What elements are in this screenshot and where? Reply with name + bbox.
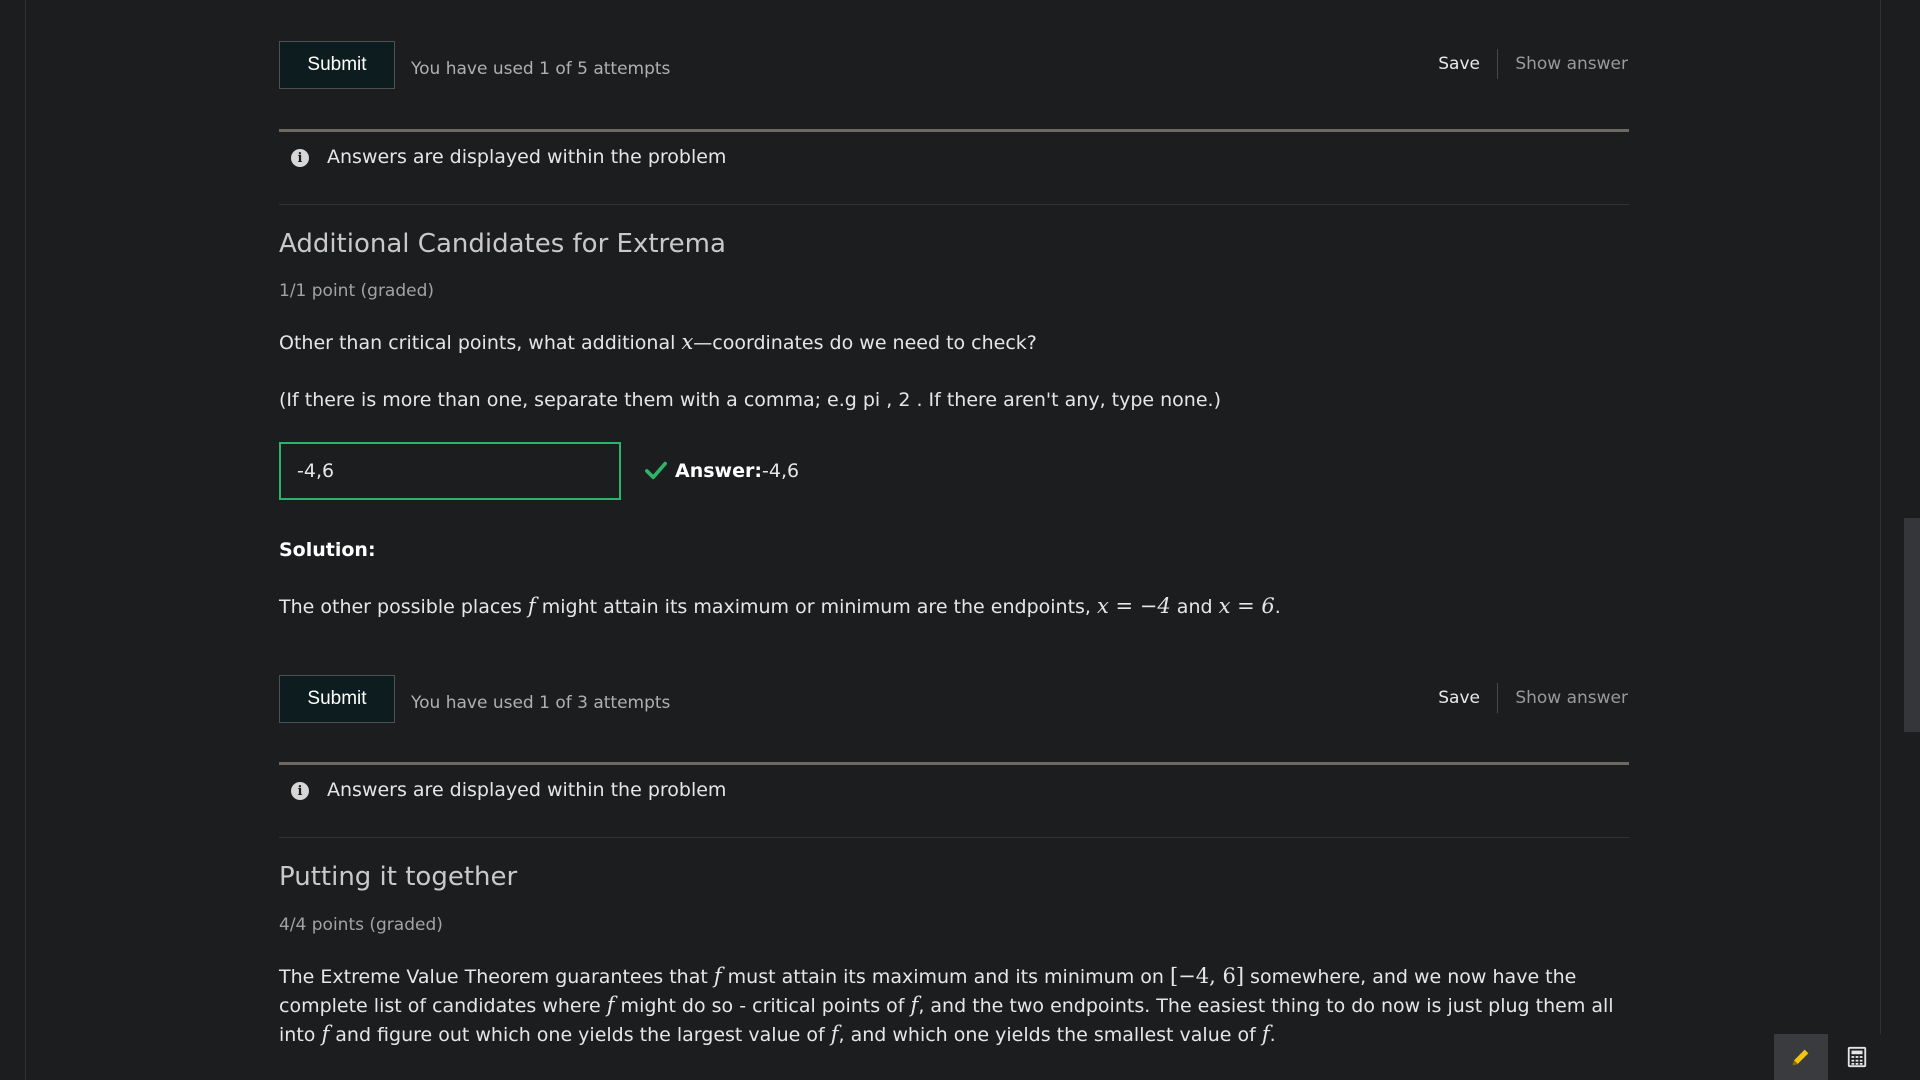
answer-value: -4,6 bbox=[762, 460, 800, 482]
save-button[interactable]: Save bbox=[1438, 688, 1480, 708]
save-button[interactable]: Save bbox=[1438, 54, 1480, 74]
description-line-3: into f and figure out which one yields t… bbox=[279, 1020, 1629, 1049]
calculator-button[interactable] bbox=[1830, 1034, 1884, 1080]
text-fragment: somewhere, and we now have the bbox=[1244, 966, 1577, 988]
text-fragment: might do so - critical points of bbox=[614, 995, 911, 1017]
math-function: f bbox=[713, 964, 722, 988]
right-rail bbox=[1880, 0, 1881, 1080]
attempts-text: You have used 1 of 5 attempts bbox=[411, 59, 671, 79]
info-icon: i bbox=[291, 149, 309, 167]
answers-notice: i Answers are displayed within the probl… bbox=[279, 129, 1629, 205]
question-prefix: Other than critical points, what additio… bbox=[279, 332, 682, 354]
notice-text: Answers are displayed within the problem bbox=[327, 146, 727, 168]
solution-label: Solution: bbox=[279, 539, 376, 561]
question-text: Other than critical points, what additio… bbox=[279, 328, 1037, 357]
left-rail bbox=[25, 0, 26, 1080]
solution-mid: might attain its maximum or minimum are … bbox=[535, 596, 1098, 618]
math-function: f bbox=[830, 1022, 839, 1046]
text-fragment: and figure out which one yields the larg… bbox=[329, 1024, 831, 1046]
math-function: f bbox=[606, 993, 615, 1017]
checkmark-icon bbox=[645, 461, 667, 480]
question-instructions: (If there is more than one, separate the… bbox=[279, 389, 1221, 411]
action-divider bbox=[1497, 683, 1498, 713]
solution-prefix: The other possible places bbox=[279, 596, 528, 618]
points-label: 4/4 points (graded) bbox=[279, 915, 443, 935]
problem-b-actions: Submit You have used 1 of 3 attempts Sav… bbox=[279, 675, 1629, 727]
description-line-1: The Extreme Value Theorem guarantees tha… bbox=[279, 962, 1629, 991]
description-line-2: complete list of candidates where f migh… bbox=[279, 991, 1629, 1020]
pencil-icon bbox=[1792, 1049, 1809, 1066]
action-divider bbox=[1497, 49, 1498, 79]
math-equation-2: x = 6 bbox=[1218, 594, 1275, 618]
submit-button[interactable]: Submit bbox=[279, 41, 395, 89]
answer-input[interactable] bbox=[279, 442, 621, 500]
problem-title: Additional Candidates for Extrema bbox=[279, 229, 726, 259]
problem-description: The Extreme Value Theorem guarantees tha… bbox=[279, 962, 1629, 1049]
answers-notice: i Answers are displayed within the probl… bbox=[279, 762, 1629, 838]
submit-button[interactable]: Submit bbox=[279, 675, 395, 723]
math-variable: x bbox=[681, 330, 694, 354]
problem-a-actions: Submit You have used 1 of 5 attempts Sav… bbox=[279, 41, 1629, 93]
math-equation-1: x = −4 bbox=[1097, 594, 1171, 618]
math-function: f bbox=[1261, 1022, 1270, 1046]
scrollbar-thumb[interactable] bbox=[1904, 518, 1920, 732]
calculator-icon bbox=[1847, 1046, 1867, 1068]
math-function: f bbox=[527, 594, 536, 618]
notice-text: Answers are displayed within the problem bbox=[327, 779, 727, 801]
solution-and: and bbox=[1170, 596, 1219, 618]
question-suffix: —coordinates do we need to check? bbox=[693, 332, 1037, 354]
points-label: 1/1 point (graded) bbox=[279, 281, 435, 301]
notes-button[interactable] bbox=[1774, 1034, 1828, 1080]
problem-title: Putting it together bbox=[279, 862, 518, 892]
answer-label: Answer: bbox=[675, 460, 762, 482]
attempts-text: You have used 1 of 3 attempts bbox=[411, 693, 671, 713]
info-icon: i bbox=[291, 782, 309, 800]
problem-content: Submit You have used 1 of 5 attempts Sav… bbox=[279, 0, 1629, 1080]
text-fragment: , and the two endpoints. The easiest thi… bbox=[918, 995, 1614, 1017]
solution-end: . bbox=[1274, 596, 1281, 618]
text-fragment: The Extreme Value Theorem guarantees tha… bbox=[279, 966, 714, 988]
text-fragment: into bbox=[279, 1024, 322, 1046]
solution-text: The other possible places f might attain… bbox=[279, 592, 1281, 621]
math-interval: [−4, 6] bbox=[1169, 964, 1245, 988]
show-answer-button[interactable]: Show answer bbox=[1515, 688, 1628, 708]
text-fragment: , and which one yields the smallest valu… bbox=[838, 1024, 1262, 1046]
text-fragment: complete list of candidates where bbox=[279, 995, 607, 1017]
show-answer-button[interactable]: Show answer bbox=[1515, 54, 1628, 74]
text-fragment: . bbox=[1269, 1024, 1276, 1046]
text-fragment: must attain its maximum and its minimum … bbox=[721, 966, 1170, 988]
